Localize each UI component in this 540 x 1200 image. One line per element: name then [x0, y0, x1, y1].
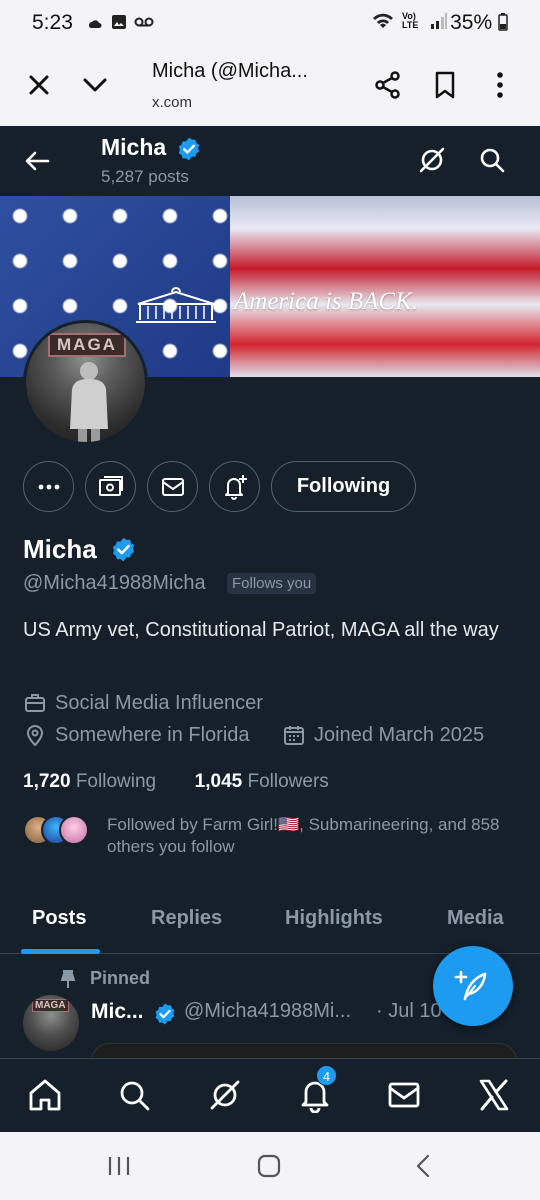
following-count: 1,720 [23, 771, 71, 792]
compose-post-button[interactable] [433, 946, 513, 1026]
banner-slogan: America is BACK. [234, 288, 419, 315]
white-house-icon [136, 287, 216, 323]
x-app: Micha 5,287 posts America is BACK. MAGA … [0, 126, 540, 1132]
bookmark-icon[interactable] [430, 70, 460, 100]
avatar-sign: MAGA [48, 333, 126, 357]
calendar-icon [284, 726, 304, 745]
browser-bar: Micha (@Micha... x.com [0, 48, 540, 126]
post-date[interactable]: · Jul 10 [376, 1000, 442, 1023]
recent-apps-icon[interactable] [106, 1154, 132, 1178]
verified-badge-icon [178, 137, 200, 161]
avatar-person-illustration [70, 362, 108, 442]
followers-count-label: Followers [247, 771, 329, 792]
search-icon[interactable] [116, 1077, 152, 1113]
status-bar: 5:23 Vo) LTE 35% [0, 0, 540, 48]
x-logo-icon[interactable] [476, 1077, 512, 1113]
profile-bio: US Army vet, Constitutional Patriot, MAG… [23, 619, 499, 641]
status-notification-icons [86, 13, 154, 31]
back-arrow-icon[interactable] [22, 146, 52, 176]
profile-category-text: Social Media Influencer [55, 691, 263, 714]
follow-counts: 1,720 Following 1,045 Followers [23, 771, 329, 793]
post-avatar-sign: MAGA [32, 999, 69, 1012]
verified-badge-icon [112, 537, 135, 562]
more-vert-icon[interactable] [485, 70, 515, 100]
weather-icon [88, 20, 102, 28]
back-button-icon[interactable] [410, 1154, 436, 1178]
profile-tabs: Posts Replies Highlights Media [0, 884, 540, 954]
bell-plus-icon [224, 474, 247, 500]
browser-url: x.com [152, 94, 193, 111]
followers-count-link[interactable]: 1,045 Followers [195, 771, 329, 792]
share-icon[interactable] [373, 70, 403, 100]
message-button[interactable] [147, 461, 198, 512]
following-button[interactable]: Following [271, 461, 416, 512]
top-nav-post-count: 5,287 posts [101, 167, 189, 186]
grok-icon[interactable] [416, 144, 448, 176]
tab-replies[interactable]: Replies [151, 907, 222, 930]
post-author-handle[interactable]: @Micha41988Mi... [184, 1000, 351, 1023]
profile-joined: Joined March 2025 [282, 723, 484, 747]
post-author-avatar[interactable]: MAGA [23, 995, 79, 1051]
profile-location-text: Somewhere in Florida [55, 723, 250, 746]
gallery-icon [112, 15, 126, 29]
top-nav-name: Micha [101, 134, 167, 160]
profile-joined-text: Joined March 2025 [314, 723, 485, 746]
verified-badge-icon [155, 1003, 175, 1025]
followed-by-text[interactable]: Followed by Farm Girl!🇺🇸, Submarineering… [107, 814, 517, 858]
voicemail-icon [134, 17, 154, 27]
pinned-label: Pinned [90, 968, 151, 988]
battery-icon [498, 13, 508, 31]
follower-avatar [59, 815, 89, 845]
profile-avatar[interactable]: MAGA [23, 320, 148, 445]
profile-location: Somewhere in Florida [23, 723, 250, 747]
bottom-nav: 4 [0, 1058, 540, 1132]
mail-icon [161, 477, 184, 496]
battery-percent: 35% [450, 11, 508, 35]
grok-icon[interactable] [207, 1077, 243, 1113]
mail-icon[interactable] [386, 1077, 422, 1113]
more-horizontal-icon [38, 484, 59, 489]
signal-icon [431, 13, 447, 29]
system-indicators: Vo) LTE [372, 12, 448, 30]
android-navigation-bar [0, 1132, 540, 1200]
tab-highlights[interactable]: Highlights [285, 907, 383, 930]
status-time: 5:23 [32, 11, 73, 34]
chevron-down-icon[interactable] [80, 70, 110, 100]
notify-button[interactable] [209, 461, 260, 512]
tab-active-indicator [21, 949, 100, 954]
home-button-icon[interactable] [256, 1154, 282, 1178]
tab-posts[interactable]: Posts [32, 907, 86, 930]
follows-you-badge: Follows you [227, 573, 317, 594]
network-type: Vo) LTE [402, 11, 419, 30]
search-icon[interactable] [478, 146, 506, 174]
browser-page-title: Micha (@Micha... [152, 60, 308, 82]
profile-handle: @Micha41988Micha [23, 572, 206, 594]
money-icon [98, 475, 123, 496]
profile-top-nav: Micha 5,287 posts [0, 126, 540, 196]
tab-media[interactable]: Media [447, 907, 504, 930]
location-pin-icon [26, 725, 44, 747]
notifications-badge: 4 [316, 1065, 337, 1086]
profile-display-name: Micha [23, 534, 97, 564]
briefcase-icon [25, 694, 45, 712]
profile-category: Social Media Influencer [23, 691, 263, 715]
more-button[interactable] [23, 461, 74, 512]
close-icon[interactable] [24, 70, 54, 100]
wifi-icon [373, 13, 393, 28]
subscribe-button[interactable] [85, 461, 136, 512]
post-author-name[interactable]: Mic... [91, 1000, 144, 1024]
following-count-link[interactable]: 1,720 Following [23, 771, 156, 792]
following-count-label: Following [75, 771, 157, 792]
pin-icon [60, 970, 76, 988]
followers-count: 1,045 [194, 771, 243, 792]
battery-text: 35% [450, 11, 493, 34]
home-icon[interactable] [27, 1077, 63, 1113]
compose-feather-icon [454, 970, 487, 1001]
followed-by-avatars[interactable] [23, 815, 93, 845]
